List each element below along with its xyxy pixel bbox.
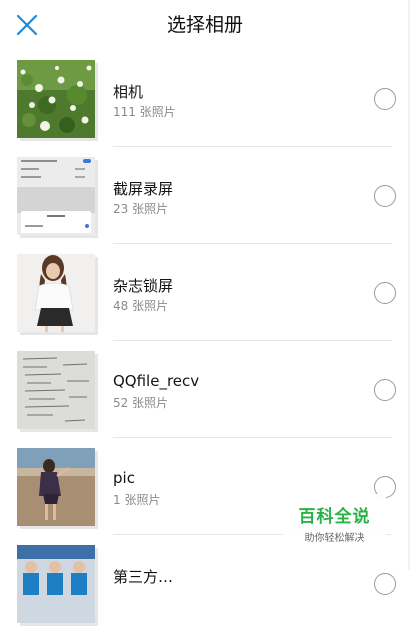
album-count: 111 张照片 — [113, 105, 176, 119]
woman-portrait-thumbnail — [17, 254, 95, 332]
album-item-qqfile-recv[interactable]: QQfile_recv 52 张照片 — [0, 341, 410, 438]
album-count: 48 张照片 — [113, 299, 169, 313]
clover-flowers-thumbnail — [17, 60, 95, 138]
album-count: 52 张照片 — [113, 396, 169, 410]
select-radio[interactable] — [374, 88, 396, 110]
album-thumbnail — [17, 545, 98, 626]
watermark-subtitle: 助你轻松解决 — [304, 533, 365, 544]
select-radio[interactable] — [374, 282, 396, 304]
album-thumbnail — [17, 254, 98, 335]
album-name: 截屏录屏 — [113, 180, 174, 198]
app-header: 选择相册 — [0, 0, 410, 50]
album-name: 杂志锁屏 — [113, 277, 174, 295]
album-name: 第三方… — [113, 568, 174, 586]
group-photo-thumbnail — [17, 545, 95, 623]
watermark-logo: 百科全说 助你轻松解决 — [283, 494, 386, 546]
watermark-title: 百科全说 — [298, 507, 371, 527]
album-thumbnail — [17, 448, 98, 529]
album-name: 相机 — [113, 83, 144, 101]
beach-figure-thumbnail — [17, 448, 95, 526]
handwritten-notes-thumbnail — [17, 351, 95, 429]
album-item-screenshots[interactable]: 截屏录屏 23 张照片 — [0, 147, 410, 244]
album-thumbnail — [17, 157, 98, 238]
album-item-third-party[interactable]: 第三方… — [0, 535, 410, 632]
select-radio[interactable] — [374, 573, 396, 595]
settings-screenshot-thumbnail — [17, 157, 95, 235]
page-title: 选择相册 — [166, 14, 243, 36]
album-thumbnail — [17, 60, 98, 141]
album-count: 1 张照片 — [113, 493, 161, 507]
album-name: QQfile_recv — [113, 372, 200, 390]
select-radio[interactable] — [374, 379, 396, 401]
album-count: 23 张照片 — [113, 202, 169, 216]
select-radio[interactable] — [374, 185, 396, 207]
album-item-magazine-lock[interactable]: 杂志锁屏 48 张照片 — [0, 244, 410, 341]
album-name: pic — [113, 469, 135, 487]
album-item-camera[interactable]: 相机 111 张照片 — [0, 50, 410, 147]
album-thumbnail — [17, 351, 98, 432]
